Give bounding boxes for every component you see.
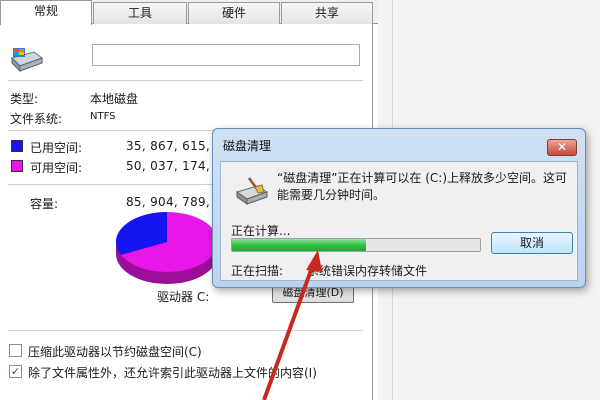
- progress-fill: [232, 239, 366, 251]
- cancel-button-label: 取消: [519, 236, 544, 250]
- filesystem-value: NTFS: [90, 111, 116, 122]
- filesystem-label: 文件系统:: [10, 112, 63, 126]
- tab-hardware[interactable]: 硬件: [188, 2, 280, 24]
- tab-tools[interactable]: 工具: [93, 2, 187, 24]
- free-space-swatch: [11, 160, 23, 172]
- type-value: 本地磁盘: [90, 92, 139, 106]
- divider: [8, 330, 363, 331]
- close-button[interactable]: ✕: [547, 139, 577, 156]
- disk-cleanup-icon: [235, 177, 269, 205]
- disk-cleanup-dialog: 磁盘清理 ✕ “磁盘清理”正在计算可以在 (C:)上释放多少空间。这可能需要几分…: [212, 128, 586, 288]
- index-contents-label: 除了文件属性外，还允许索引此驱动器上文件的内容(I): [28, 366, 317, 380]
- index-contents-checkbox[interactable]: ✓: [9, 365, 22, 378]
- tab-general-label: 常规: [33, 4, 58, 18]
- close-icon: ✕: [556, 140, 568, 154]
- cancel-button[interactable]: 取消: [491, 232, 573, 254]
- hard-drive-icon: [11, 48, 44, 72]
- dialog-title: 磁盘清理: [223, 139, 272, 153]
- scanning-label: 正在扫描:: [231, 264, 284, 278]
- compress-drive-checkbox[interactable]: [9, 344, 22, 357]
- free-space-value: 50, 037, 174, 2: [126, 159, 223, 173]
- free-space-label: 可用空间:: [30, 161, 83, 175]
- drive-letter-label: 驱动器 C:: [157, 290, 210, 304]
- compress-drive-label: 压缩此驱动器以节约磁盘空间(C): [28, 345, 202, 359]
- tab-bar: 常规 工具 硬件 共享: [0, 0, 378, 25]
- drive-name-input[interactable]: [92, 44, 360, 66]
- divider: [8, 80, 363, 81]
- tab-hardware-label: 硬件: [221, 6, 246, 20]
- capacity-label: 容量:: [30, 197, 59, 211]
- tab-general[interactable]: 常规: [0, 0, 92, 25]
- calculation-progress-bar: [231, 238, 481, 252]
- dialog-message: “磁盘清理”正在计算可以在 (C:)上释放多少空间。这可能需要几分钟时间。: [277, 171, 568, 202]
- tab-tools-label: 工具: [127, 6, 152, 20]
- tab-sharing[interactable]: 共享: [281, 2, 373, 24]
- scanning-value: 系统错误内存转储文件: [307, 264, 428, 278]
- used-space-swatch: [11, 140, 23, 152]
- tab-sharing-label: 共享: [314, 6, 339, 20]
- used-space-label: 已用空间:: [30, 141, 83, 155]
- used-space-value: 35, 867, 615, 2: [126, 139, 223, 153]
- dialog-body: “磁盘清理”正在计算可以在 (C:)上释放多少空间。这可能需要几分钟时间。 正在…: [220, 161, 578, 281]
- type-label: 类型:: [10, 92, 39, 106]
- disk-usage-pie-chart: [115, 211, 218, 284]
- computing-label: 正在计算...: [231, 224, 291, 238]
